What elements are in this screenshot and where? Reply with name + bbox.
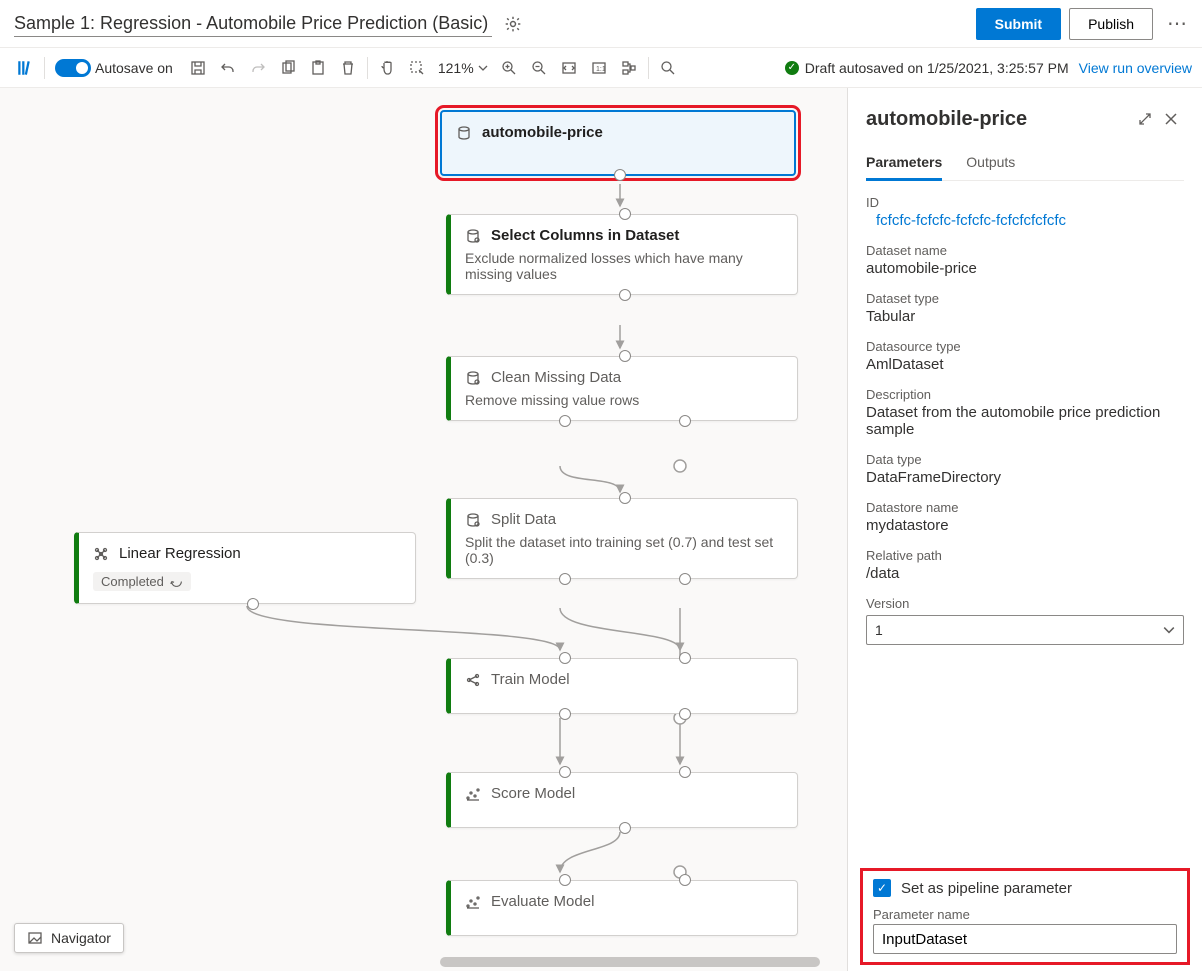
version-dropdown[interactable]: 1 (866, 615, 1184, 645)
fit-screen-icon[interactable] (554, 53, 584, 83)
score-icon (465, 786, 481, 802)
dataset-icon (456, 125, 472, 141)
pipeline-canvas[interactable]: automobile-price Select Columns in Datas… (0, 88, 848, 971)
module-icon (465, 512, 481, 528)
pipeline-parameter-section: ✓ Set as pipeline parameter Parameter na… (860, 868, 1190, 965)
copy-icon[interactable] (273, 53, 303, 83)
node-evaluate-model[interactable]: Evaluate Model (446, 880, 798, 936)
module-icon (465, 228, 481, 244)
select-icon[interactable] (402, 53, 432, 83)
node-clean-missing-data[interactable]: Clean Missing Data Remove missing value … (446, 356, 798, 421)
publish-button[interactable]: Publish (1069, 8, 1153, 40)
draft-status: ✓ Draft autosaved on 1/25/2021, 3:25:57 … (785, 60, 1069, 76)
field-value: mydatastore (866, 517, 1184, 534)
more-icon[interactable]: ⋯ (1167, 11, 1188, 36)
field-label: Description (866, 387, 1184, 402)
gear-icon[interactable] (504, 15, 522, 33)
parameter-name-input[interactable] (873, 924, 1177, 954)
library-icon[interactable] (10, 53, 40, 83)
field-value: Dataset from the automobile price predic… (866, 404, 1184, 438)
redo-icon[interactable] (243, 53, 273, 83)
field-value: AmlDataset (866, 356, 1184, 373)
node-score-model[interactable]: Score Model (446, 772, 798, 828)
panel-title: automobile-price (866, 108, 1132, 131)
field-label: Dataset type (866, 291, 1184, 306)
evaluate-icon (465, 894, 481, 910)
search-icon[interactable] (653, 53, 683, 83)
success-icon: ✓ (785, 61, 799, 75)
field-label: Dataset name (866, 243, 1184, 258)
header-bar: Sample 1: Regression - Automobile Price … (0, 0, 1202, 48)
autosave-label: Autosave on (95, 60, 173, 76)
navigator-button[interactable]: Navigator (14, 923, 124, 953)
field-label: ID (866, 195, 1184, 210)
zoom-out-icon[interactable] (524, 53, 554, 83)
field-value: automobile-price (866, 260, 1184, 277)
toolbar: Autosave on 121% 1:1 ✓ Draft autosaved o… (0, 48, 1202, 88)
field-value: DataFrameDirectory (866, 469, 1184, 486)
tab-outputs[interactable]: Outputs (966, 146, 1015, 180)
train-icon (465, 672, 481, 688)
autolayout-icon[interactable] (614, 53, 644, 83)
horizontal-scrollbar[interactable] (440, 957, 820, 967)
properties-panel: automobile-price Parameters Outputs ID fc… (848, 88, 1202, 971)
field-label: Version (866, 596, 1184, 611)
pipeline-title[interactable]: Sample 1: Regression - Automobile Price … (14, 11, 492, 37)
zoom-in-icon[interactable] (494, 53, 524, 83)
undo-icon[interactable] (213, 53, 243, 83)
id-link[interactable]: fcfcfc-fcfcfc-fcfcfc-fcfcfcfcfcfc (876, 212, 1184, 229)
field-label: Data type (866, 452, 1184, 467)
pipeline-param-checkbox[interactable]: ✓ (873, 879, 891, 897)
node-linear-regression[interactable]: Linear Regression Completed (74, 532, 416, 604)
node-split-data[interactable]: Split Data Split the dataset into traini… (446, 498, 798, 579)
module-icon (465, 370, 481, 386)
autosave-toggle[interactable] (55, 59, 91, 77)
paste-icon[interactable] (303, 53, 333, 83)
actual-size-icon[interactable]: 1:1 (584, 53, 614, 83)
field-label: Datastore name (866, 500, 1184, 515)
expand-icon[interactable] (1132, 106, 1158, 132)
field-label: Parameter name (873, 907, 1177, 922)
save-icon[interactable] (183, 53, 213, 83)
ml-icon (93, 546, 109, 562)
view-run-link[interactable]: View run overview (1079, 60, 1192, 76)
node-select-columns[interactable]: Select Columns in Dataset Exclude normal… (446, 214, 798, 295)
close-icon[interactable] (1158, 106, 1184, 132)
submit-button[interactable]: Submit (976, 8, 1061, 40)
field-value: Tabular (866, 308, 1184, 325)
status-badge: Completed (93, 572, 191, 591)
field-value: /data (866, 565, 1184, 582)
node-automobile-price[interactable]: automobile-price (440, 110, 796, 176)
field-label: Datasource type (866, 339, 1184, 354)
pan-icon[interactable] (372, 53, 402, 83)
pipeline-param-label: Set as pipeline parameter (901, 880, 1072, 897)
zoom-level[interactable]: 121% (438, 60, 488, 76)
field-label: Relative path (866, 548, 1184, 563)
node-train-model[interactable]: Train Model (446, 658, 798, 714)
delete-icon[interactable] (333, 53, 363, 83)
svg-text:1:1: 1:1 (596, 66, 606, 73)
tab-parameters[interactable]: Parameters (866, 146, 942, 181)
